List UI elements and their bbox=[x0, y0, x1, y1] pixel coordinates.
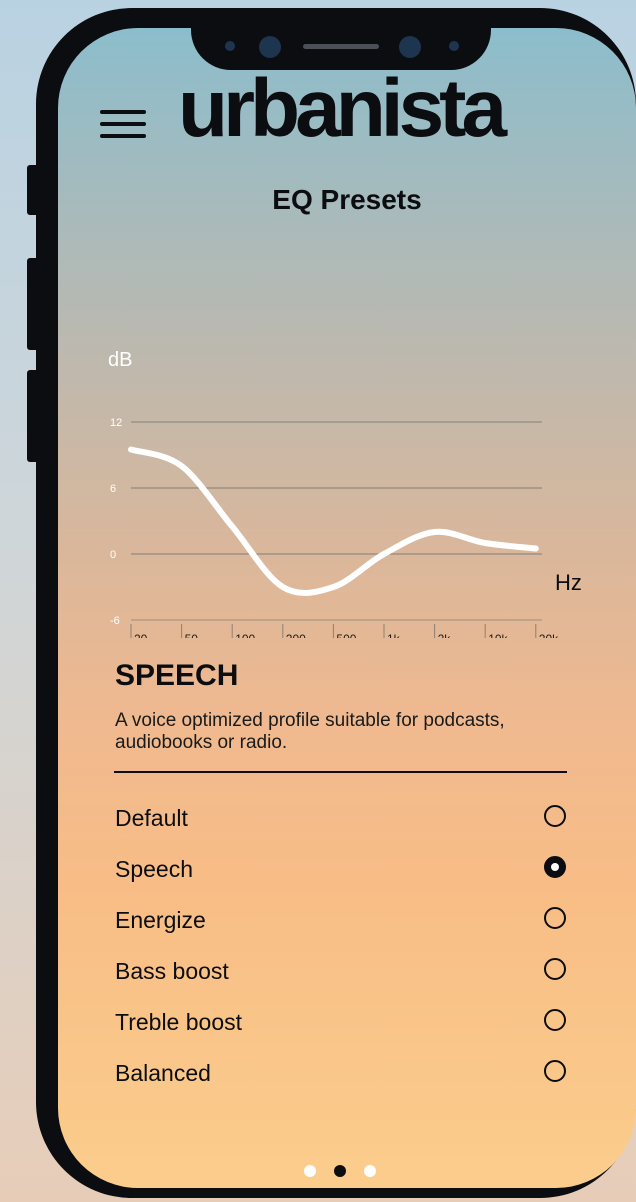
divider bbox=[114, 771, 567, 773]
x-tick-label: 100 bbox=[235, 632, 255, 638]
y-tick-label: 6 bbox=[110, 483, 116, 495]
radio-energize[interactable] bbox=[544, 907, 566, 929]
option-label: Balanced bbox=[115, 1060, 211, 1086]
page-indicator bbox=[304, 1165, 384, 1179]
option-energize[interactable]: Energize bbox=[58, 895, 636, 946]
radio-speech[interactable] bbox=[544, 856, 566, 878]
option-balanced[interactable]: Balanced bbox=[58, 1048, 636, 1099]
brand-logo: urbanista bbox=[178, 63, 507, 154]
page-title: EQ Presets bbox=[272, 184, 422, 215]
x-tick-label: 500 bbox=[336, 632, 356, 638]
option-label: Bass boost bbox=[115, 958, 229, 984]
option-label: Treble boost bbox=[115, 1009, 242, 1035]
preset-description: A voice optimized profile suitable for p… bbox=[115, 710, 505, 753]
y-tick-label: 12 bbox=[110, 417, 122, 429]
radio-bass-boost[interactable] bbox=[544, 958, 566, 980]
x-tick-label: 200 bbox=[286, 632, 306, 638]
option-treble-boost[interactable]: Treble boost bbox=[58, 997, 636, 1048]
eq-curve bbox=[128, 446, 539, 596]
page-dot[interactable] bbox=[304, 1165, 316, 1177]
radio-treble-boost[interactable] bbox=[544, 1009, 566, 1031]
y-tick-label: -6 bbox=[110, 615, 120, 627]
ambient-sensor bbox=[449, 41, 459, 51]
hamburger-menu-icon[interactable] bbox=[100, 110, 146, 140]
front-camera bbox=[225, 41, 235, 51]
y-tick-label: 0 bbox=[110, 549, 116, 561]
x-tick-label: 50 bbox=[185, 632, 199, 638]
x-tick-label: 10k bbox=[488, 632, 508, 638]
earpiece-speaker bbox=[303, 44, 379, 49]
app-screen: urbanista EQ Presets dB Hz 12 6 0 -6 20 50 10… bbox=[58, 28, 636, 1188]
option-label: Default bbox=[115, 805, 188, 831]
eq-chart: dB Hz 12 6 0 -6 20 50 100 200 500 1k 2k 10k 20k bbox=[108, 349, 582, 638]
x-tick-label: 20 bbox=[134, 632, 148, 638]
radio-default[interactable] bbox=[544, 805, 566, 827]
x-axis-label: Hz bbox=[555, 570, 582, 595]
option-bass-boost[interactable]: Bass boost bbox=[58, 946, 636, 997]
option-speech[interactable]: Speech bbox=[58, 844, 636, 895]
option-default[interactable]: Default bbox=[58, 793, 636, 844]
x-tick-label: 2k bbox=[438, 632, 452, 638]
face-sensor bbox=[259, 36, 281, 58]
preset-name: SPEECH bbox=[115, 659, 239, 692]
x-tick-label: 20k bbox=[539, 632, 559, 638]
page-dot[interactable] bbox=[364, 1165, 376, 1177]
option-label: Speech bbox=[115, 856, 194, 882]
y-axis-label: dB bbox=[108, 349, 132, 371]
option-label: Energize bbox=[115, 907, 206, 933]
page-dot-active[interactable] bbox=[334, 1165, 346, 1177]
proximity-sensor bbox=[399, 36, 421, 58]
radio-balanced[interactable] bbox=[544, 1060, 566, 1082]
x-tick-label: 1k bbox=[387, 632, 401, 638]
preset-options: Default Speech Energize Bass boost Trebl… bbox=[58, 793, 636, 1099]
